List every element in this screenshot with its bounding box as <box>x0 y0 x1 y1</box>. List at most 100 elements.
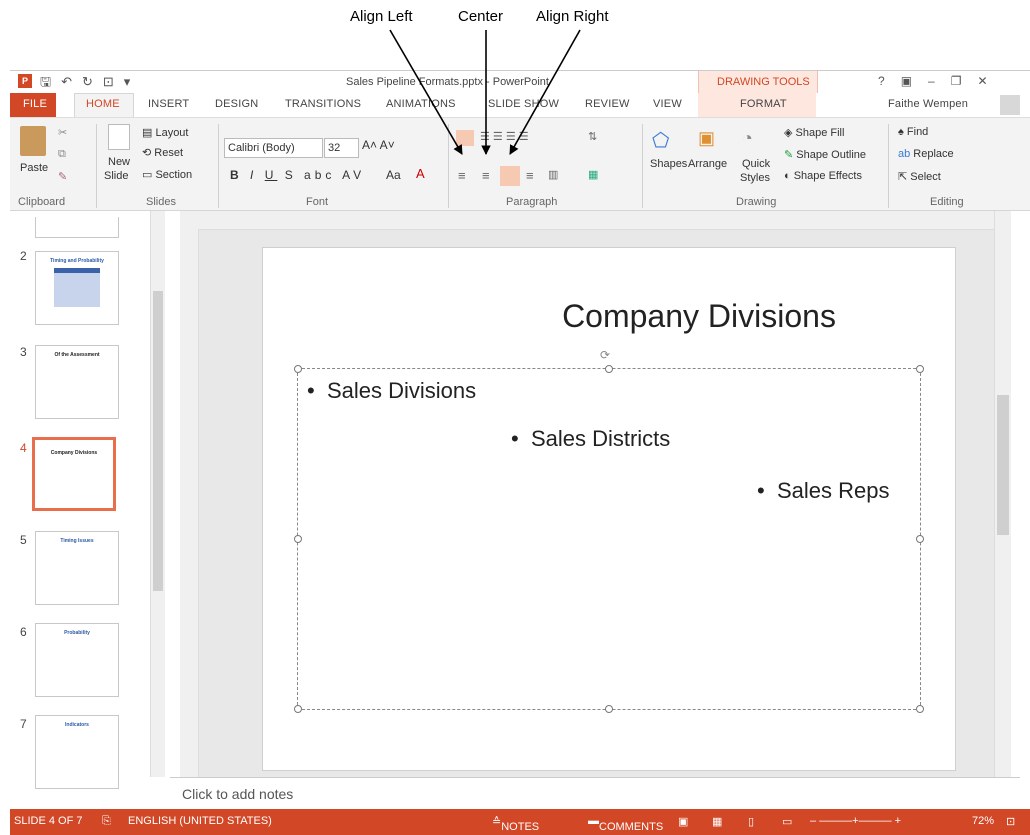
tab-review[interactable]: REVIEW <box>585 98 630 110</box>
font-format-buttons[interactable]: B I U S abc AV <box>230 168 365 182</box>
tab-design[interactable]: DESIGN <box>215 98 258 110</box>
font-group-label: Font <box>306 196 329 208</box>
close-icon[interactable]: ✕ <box>977 74 1003 88</box>
fit-slide-icon[interactable]: ⊡ <box>1006 815 1015 828</box>
thumbnail-number: 2 <box>20 249 27 263</box>
tab-animations[interactable]: ANIMATIONS <box>386 98 456 110</box>
notes-pane[interactable]: Click to add notes <box>170 777 1020 810</box>
tab-file[interactable]: FILE <box>23 98 47 110</box>
shapes-button[interactable]: Shapes <box>650 158 687 170</box>
window-controls[interactable]: ?▣–❐✕ <box>878 74 1004 88</box>
ribbon-display-icon[interactable]: ▣ <box>901 74 928 88</box>
shapes-icon[interactable]: ⬠ <box>652 128 669 153</box>
tab-transitions[interactable]: TRANSITIONS <box>285 98 361 110</box>
normal-view-icon[interactable]: ▣ <box>678 815 688 828</box>
tab-format[interactable]: FORMAT <box>740 98 787 110</box>
cut-icon[interactable]: ✂ <box>58 126 67 139</box>
change-case-button[interactable]: Aa <box>386 168 401 182</box>
quick-styles-icon[interactable]: ◔ <box>742 128 753 149</box>
content-placeholder[interactable] <box>297 368 921 710</box>
reset-button[interactable]: ⟲ Reset <box>142 146 183 159</box>
thumbnail-slide-7[interactable]: Indicators <box>35 715 119 789</box>
format-painter-icon[interactable]: ✎ <box>58 170 67 183</box>
bullet-level-3[interactable]: • Sales Reps <box>757 478 889 504</box>
align-text-icon[interactable]: ▦ <box>588 168 598 181</box>
new-slide-button-line2[interactable]: Slide <box>104 170 128 182</box>
replace-icon: ab <box>898 148 914 160</box>
scrollbar-thumb[interactable] <box>153 291 163 591</box>
font-name-combo[interactable]: Calibri (Body) <box>224 138 323 158</box>
notes-button[interactable]: ≙ NOTES <box>492 815 539 833</box>
scrollbar-thumb[interactable] <box>997 395 1009 535</box>
bullet-level-1[interactable]: • Sales Divisions <box>307 378 476 404</box>
text-direction-icon[interactable]: ⇅ <box>588 130 597 143</box>
slideshow-icon[interactable]: ▭ <box>782 815 792 828</box>
tab-view[interactable]: VIEW <box>653 98 682 110</box>
customize-qat-icon[interactable]: ▾ <box>124 74 131 90</box>
font-size-combo[interactable]: 32 <box>324 138 359 158</box>
align-left-button[interactable]: ≡ <box>458 168 466 183</box>
minimize-icon[interactable]: – <box>928 74 951 88</box>
replace-button[interactable]: ab Replace <box>898 148 954 160</box>
language-indicator[interactable]: ENGLISH (UNITED STATES) <box>128 815 272 827</box>
avatar[interactable] <box>1000 95 1020 115</box>
layout-button[interactable]: ▤ Layout <box>142 126 188 139</box>
thumbnail-slide-1[interactable] <box>35 217 119 238</box>
spell-check-icon[interactable]: ⎘ <box>102 815 111 828</box>
canvas-scrollbar[interactable] <box>994 211 1011 777</box>
user-name[interactable]: Faithe Wempen <box>888 98 968 110</box>
notes-placeholder[interactable]: Click to add notes <box>182 786 293 802</box>
tab-insert[interactable]: INSERT <box>148 98 189 110</box>
section-icon: ▭ <box>142 169 156 181</box>
shape-effects-button[interactable]: ◐ Shape Effects <box>784 170 862 182</box>
columns-icon[interactable]: ▥ <box>548 168 558 181</box>
thumbnail-slide-6[interactable]: Probability <box>35 623 119 697</box>
select-button[interactable]: ⇱ Select <box>898 170 941 183</box>
paste-button[interactable]: Paste <box>20 162 48 174</box>
numbering-icon[interactable]: ☰ ☰ ☰ ☰ <box>480 130 529 143</box>
slide-title[interactable]: Company Divisions <box>263 298 955 335</box>
save-icon[interactable]: 🖫 <box>40 73 51 95</box>
zoom-slider[interactable]: – ———+——— + <box>810 815 901 827</box>
comments-button[interactable]: ▬ COMMENTS <box>588 815 663 833</box>
ribbon-tabs: FILE HOME INSERT DESIGN TRANSITIONS ANIM… <box>10 93 1030 118</box>
thumbnail-slide-2[interactable]: Timing and Probability <box>35 251 119 325</box>
window-title: Sales Pipeline Formats.pptx - PowerPoint <box>346 76 549 88</box>
quick-styles-button[interactable]: Quick <box>742 158 770 170</box>
undo-icon[interactable]: ↶ <box>61 74 72 90</box>
thumbnail-slide-4[interactable]: Company Divisions <box>32 437 116 511</box>
thumbnail-slide-3[interactable]: Of the Assessment <box>35 345 119 419</box>
rotate-handle-icon[interactable]: ⟳ <box>600 348 610 362</box>
quick-styles-button-line2[interactable]: Styles <box>740 172 770 184</box>
help-icon[interactable]: ? <box>878 74 901 88</box>
font-grow-icon[interactable]: A˄ A˅ <box>362 138 395 152</box>
arrange-icon[interactable]: ▣ <box>698 128 715 149</box>
copy-icon[interactable]: ⧉ <box>58 148 66 161</box>
redo-icon[interactable]: ↻ <box>82 74 93 90</box>
thumbnail-slide-5[interactable]: Timing Issues <box>35 531 119 605</box>
paste-icon[interactable] <box>20 126 46 156</box>
slide-sorter-icon[interactable]: ▦ <box>712 815 722 828</box>
bullets-icon[interactable] <box>456 130 474 146</box>
new-slide-icon[interactable] <box>108 124 130 150</box>
reading-view-icon[interactable]: ▯ <box>748 815 754 828</box>
bullet-level-2[interactable]: • Sales Districts <box>511 426 670 452</box>
start-slideshow-icon[interactable]: ⊡ <box>103 74 114 90</box>
justify-button[interactable]: ≡ <box>526 168 534 183</box>
arrange-button[interactable]: Arrange <box>688 158 727 170</box>
center-button[interactable]: ≡ <box>482 168 490 183</box>
thumbnail-scrollbar[interactable] <box>150 211 165 777</box>
slide-counter: SLIDE 4 OF 7 <box>14 815 83 827</box>
tab-slide-show[interactable]: SLIDE SHOW <box>488 98 559 110</box>
zoom-level[interactable]: 72% <box>972 815 994 827</box>
restore-icon[interactable]: ❐ <box>951 74 978 88</box>
find-button[interactable]: ♠ Find <box>898 126 928 138</box>
align-right-button[interactable] <box>500 166 520 186</box>
new-slide-button[interactable]: New <box>108 156 130 168</box>
tab-home[interactable]: HOME <box>86 98 120 110</box>
section-button[interactable]: ▭ Section <box>142 168 192 181</box>
drawing-group-label: Drawing <box>736 196 777 208</box>
font-color-icon[interactable]: A <box>416 166 425 181</box>
shape-fill-button[interactable]: ◈ Shape Fill <box>784 126 844 139</box>
shape-outline-button[interactable]: ✎ Shape Outline <box>784 148 866 161</box>
